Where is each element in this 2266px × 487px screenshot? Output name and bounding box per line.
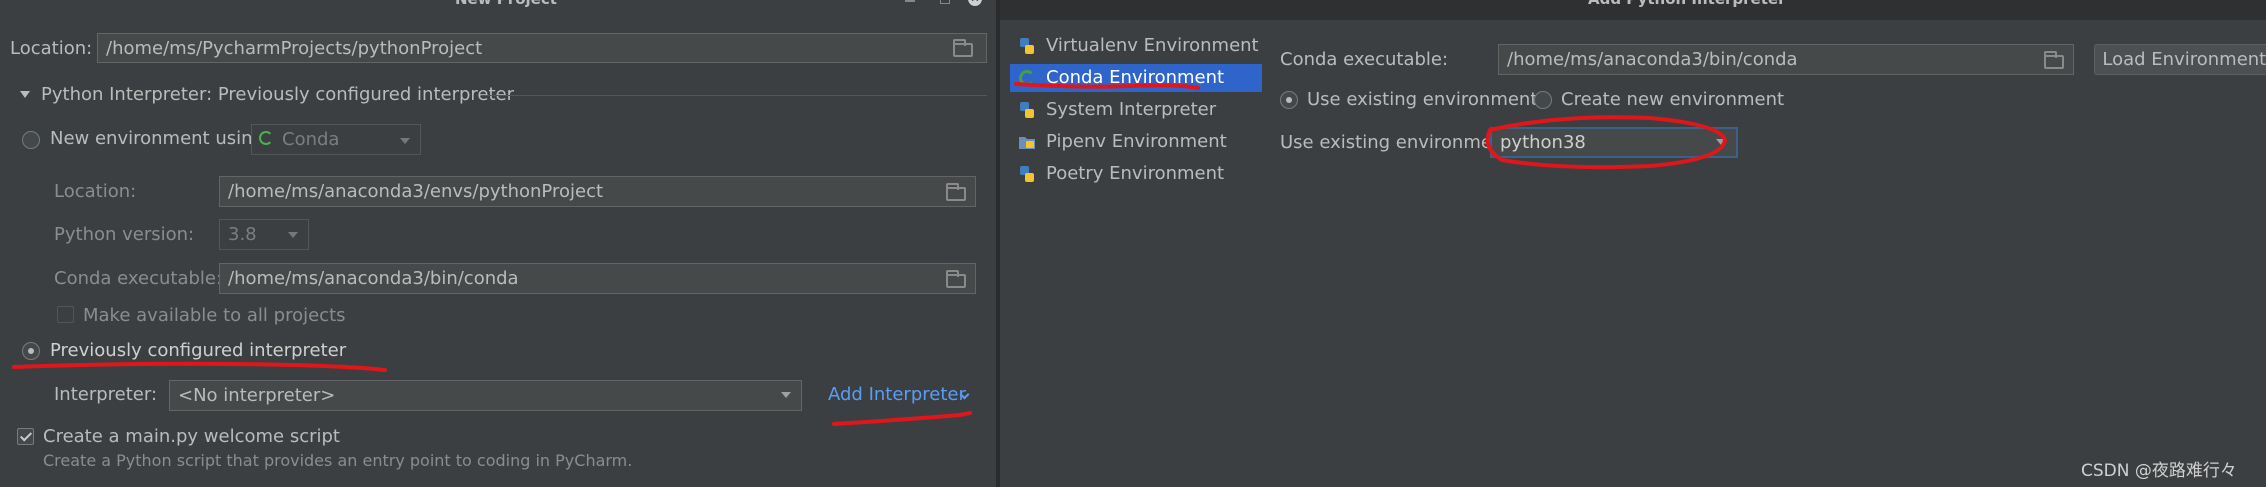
use-existing-value: python38 xyxy=(1500,132,1586,153)
add-interpreter-dialog: Add Python Interpreter Virtualenv Enviro… xyxy=(1000,0,2266,487)
interpreter-label: Interpreter: xyxy=(54,384,158,405)
conda-exec-field[interactable]: /home/ms/anaconda3/bin/conda xyxy=(1498,44,2074,75)
python-icon xyxy=(1020,102,1034,118)
use-existing-label: Use existing environment: xyxy=(1280,132,1517,153)
maximize-icon[interactable] xyxy=(940,0,950,4)
use-existing-select[interactable]: python38 xyxy=(1490,127,1738,158)
folder-icon[interactable] xyxy=(953,39,973,57)
env-item-label: Poetry Environment xyxy=(1046,163,1225,184)
new-project-dialog: New Project ✕ Location: /home/ms/Pycharm… xyxy=(0,0,996,487)
env-tool-select[interactable]: Conda xyxy=(251,124,421,155)
env-location-label: Location: xyxy=(54,181,137,202)
previously-configured-label: Previously configured interpreter xyxy=(50,340,347,361)
folder-icon[interactable] xyxy=(2044,51,2064,69)
conda-exec-value: /home/ms/anaconda3/bin/conda xyxy=(228,268,519,289)
location-field[interactable]: /home/ms/PycharmProjects/pythonProject xyxy=(97,33,987,63)
env-item-label: System Interpreter xyxy=(1046,99,1217,120)
add-interpreter-link[interactable]: Add Interpreter xyxy=(828,384,966,405)
env-item-system[interactable]: System Interpreter xyxy=(1010,96,1262,124)
folder-icon[interactable] xyxy=(946,183,966,201)
new-environment-radio[interactable] xyxy=(22,131,40,149)
load-environments-label: Load Environments xyxy=(2102,49,2266,70)
previously-configured-radio[interactable] xyxy=(22,342,40,360)
interpreter-value: <No interpreter> xyxy=(178,385,336,406)
conda-exec-label: Conda executable: xyxy=(1280,49,1449,70)
conda-exec-field[interactable]: /home/ms/anaconda3/bin/conda xyxy=(219,263,976,294)
env-list: Virtualenv Environment Conda Environment… xyxy=(1010,28,1262,193)
new-environment-label: New environment using xyxy=(50,128,264,149)
python-icon xyxy=(1020,166,1034,182)
watermark: CSDN @夜路难行々 xyxy=(2081,461,2237,481)
load-environments-button[interactable]: Load Environments xyxy=(2094,44,2266,75)
location-value: /home/ms/PycharmProjects/pythonProject xyxy=(106,37,483,59)
make-available-label: Make available to all projects xyxy=(83,305,346,326)
make-available-checkbox[interactable] xyxy=(57,306,74,323)
python-icon xyxy=(1020,38,1034,54)
conda-exec-label: Conda executable: xyxy=(54,268,223,289)
env-item-pipenv[interactable]: Pipenv Environment xyxy=(1010,128,1262,156)
env-location-value: /home/ms/anaconda3/envs/pythonProject xyxy=(228,181,604,202)
folder-icon[interactable] xyxy=(946,270,966,288)
close-icon[interactable]: ✕ xyxy=(968,0,982,6)
env-tool-value: Conda xyxy=(282,129,340,150)
interpreter-select[interactable]: <No interpreter> xyxy=(169,380,802,411)
conda-icon xyxy=(1019,70,1035,86)
create-main-checkbox[interactable] xyxy=(17,428,34,445)
create-main-description: Create a Python script that provides an … xyxy=(43,451,633,470)
env-item-label: Virtualenv Environment xyxy=(1046,35,1259,56)
minimize-icon[interactable] xyxy=(905,0,915,2)
chevron-down-icon xyxy=(1716,139,1726,145)
env-location-field[interactable]: /home/ms/anaconda3/envs/pythonProject xyxy=(219,176,976,207)
create-new-radio-label: Create new environment xyxy=(1561,89,1785,110)
dialog-title: Add Python Interpreter xyxy=(1588,0,1785,8)
interpreter-section-header[interactable]: Python Interpreter: Previously configure… xyxy=(41,84,514,105)
create-new-radio[interactable] xyxy=(1534,91,1552,109)
chevron-down-icon[interactable] xyxy=(20,91,30,98)
section-divider xyxy=(481,95,987,96)
env-item-conda[interactable]: Conda Environment xyxy=(1010,64,1262,92)
env-item-label: Conda Environment xyxy=(1046,67,1225,88)
use-existing-radio-label: Use existing environment xyxy=(1307,89,1538,110)
python-version-value: 3.8 xyxy=(228,224,257,245)
conda-icon xyxy=(259,131,273,145)
env-item-label: Pipenv Environment xyxy=(1046,131,1227,152)
chevron-down-icon xyxy=(288,232,298,238)
python-version-label: Python version: xyxy=(54,224,195,245)
create-main-label: Create a main.py welcome script xyxy=(43,426,340,447)
chevron-down-icon xyxy=(400,138,410,144)
use-existing-radio[interactable] xyxy=(1280,91,1298,109)
env-item-poetry[interactable]: Poetry Environment xyxy=(1010,160,1262,188)
location-label: Location: xyxy=(10,38,93,59)
env-item-virtualenv[interactable]: Virtualenv Environment xyxy=(1010,32,1262,60)
dialog-title: New Project xyxy=(455,0,557,8)
chevron-down-icon xyxy=(781,392,791,398)
pipenv-icon xyxy=(1019,137,1035,149)
conda-exec-value: /home/ms/anaconda3/bin/conda xyxy=(1507,49,1798,70)
